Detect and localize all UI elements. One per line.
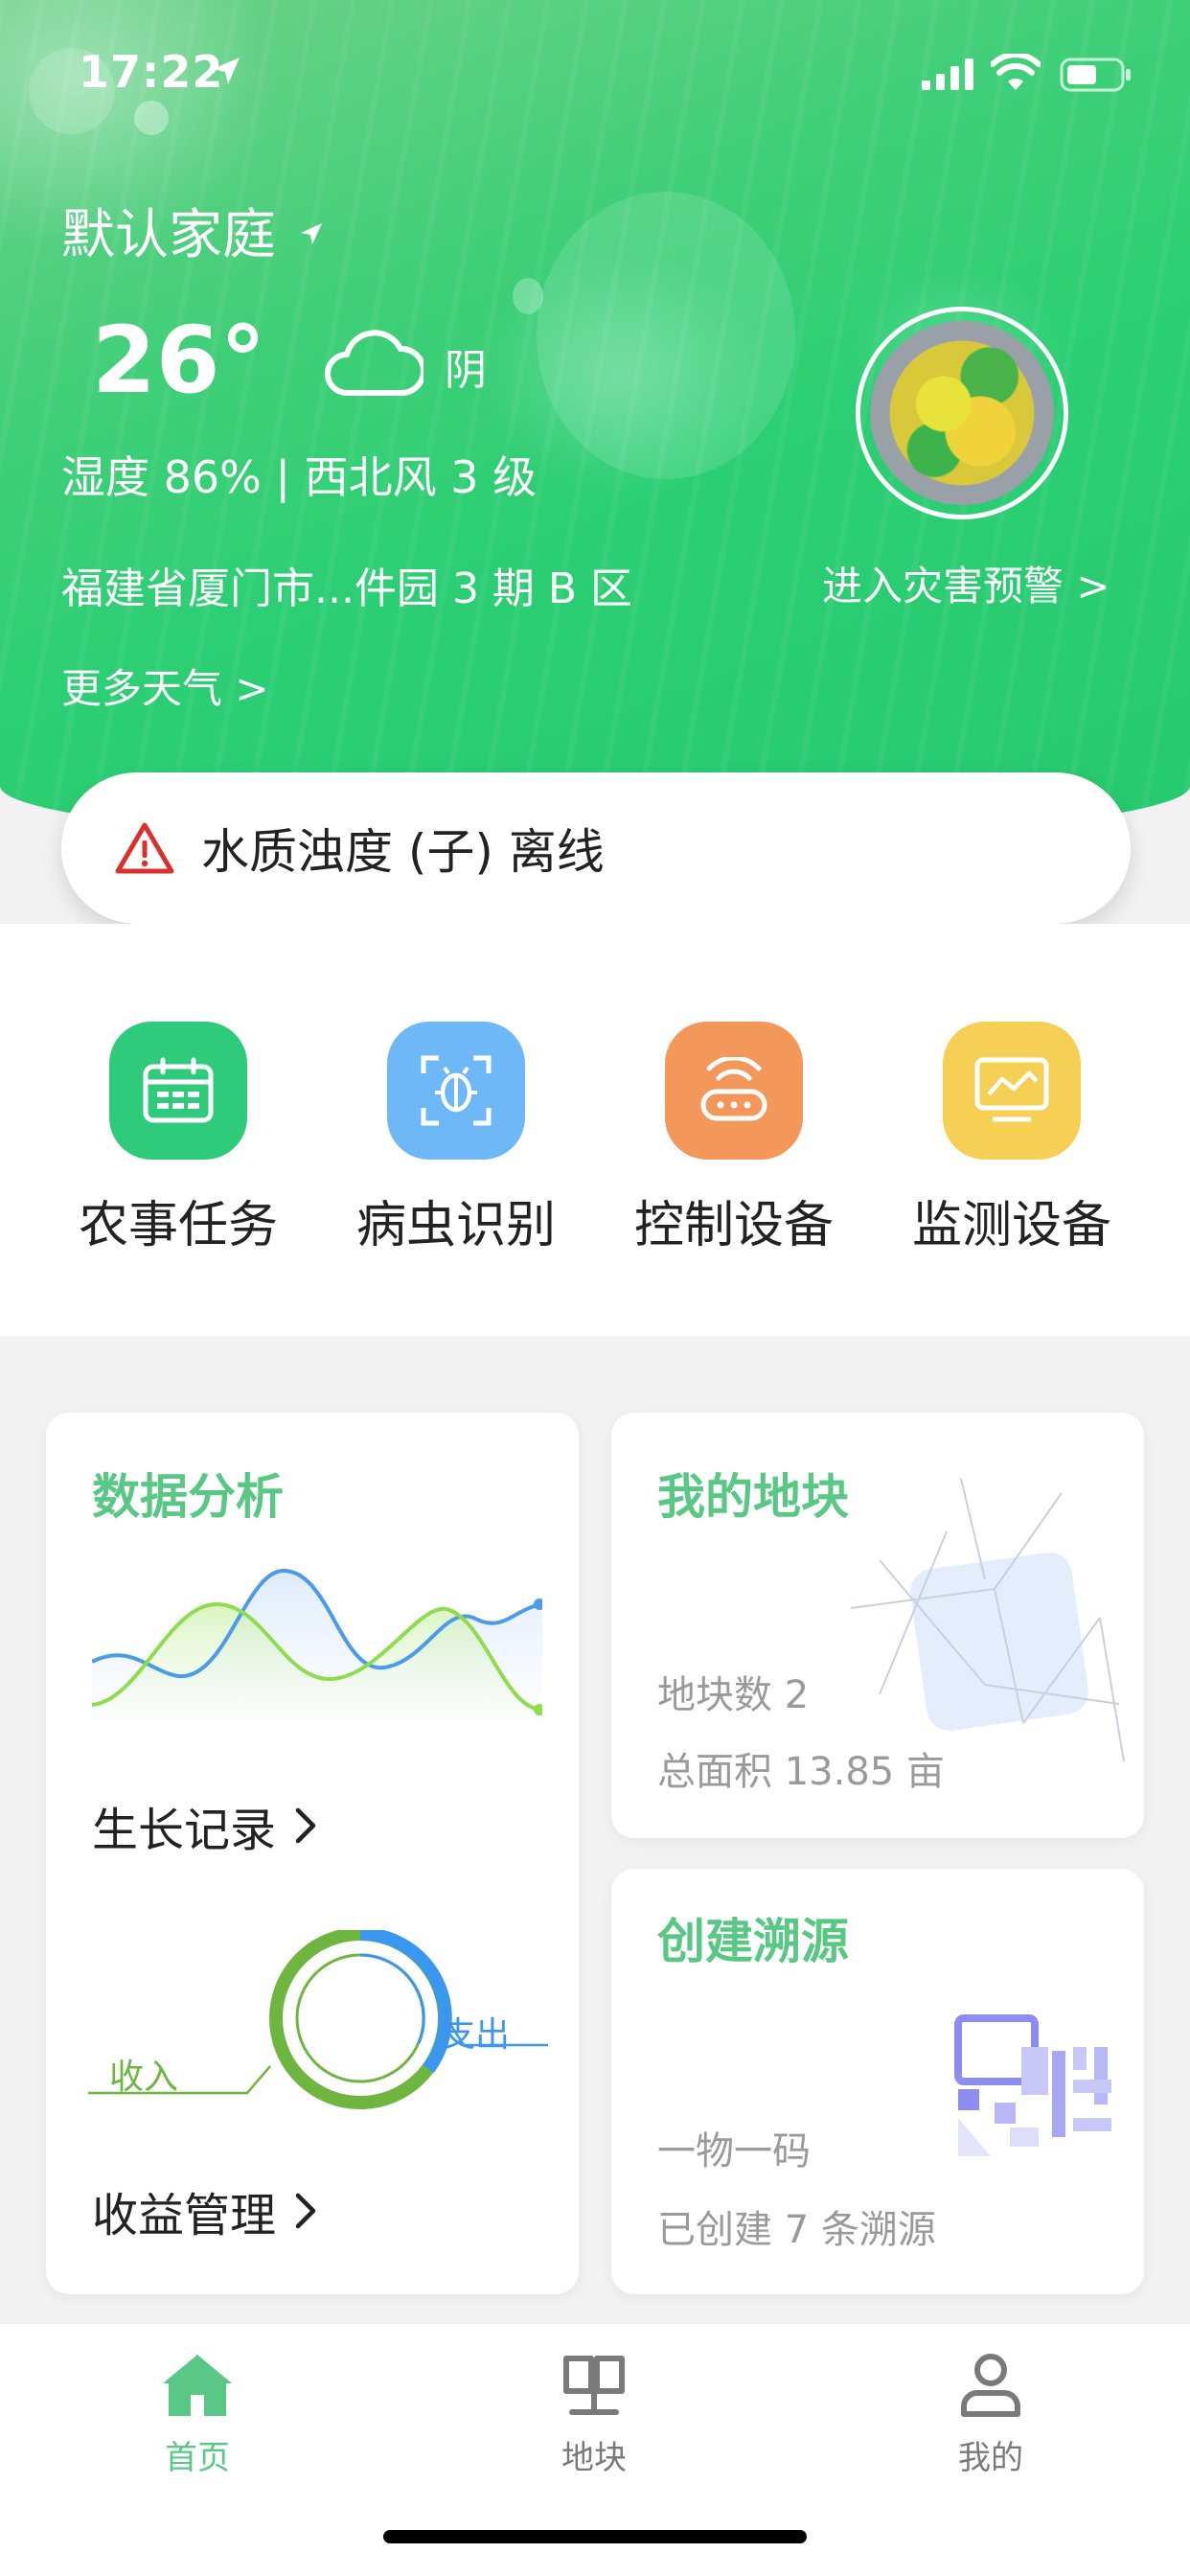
bug-scan-icon: [387, 1022, 525, 1160]
traceability-card[interactable]: 创建溯源 一物一码 已创建 7 条溯源: [611, 1869, 1144, 2294]
home-icon: [163, 2355, 232, 2416]
tab-label: 我的: [958, 2439, 1023, 2477]
radar-map-image: [870, 321, 1054, 505]
monitor-chart-icon: [943, 1022, 1081, 1160]
tab-label: 首页: [165, 2439, 230, 2477]
home-indicator: [383, 2530, 807, 2543]
status-time: 17:22: [79, 46, 224, 98]
alert-text: 水质浊度 (子) 离线: [201, 824, 605, 880]
action-monitor-devices[interactable]: 监测设备: [873, 1022, 1151, 1256]
weather-header: 17:22 默认家庭 26° 阴 湿度 86% | 西北风 3 级 福建省厦门市…: [0, 0, 1190, 843]
action-label: 农事任务: [78, 1197, 278, 1254]
wifi-icon: [991, 54, 1041, 90]
card-title: 我的地块: [657, 1469, 849, 1525]
tab-home[interactable]: 首页: [102, 2353, 293, 2478]
humidity-wind: 湿度 86% | 西北风 3 级: [61, 451, 538, 503]
revenue-management-label: 收益管理: [92, 2189, 277, 2242]
growth-chart-illustration: [92, 1568, 542, 1719]
location-arrow-icon: [301, 222, 322, 244]
income-label: 收入: [109, 2058, 179, 2097]
cloud-icon: [325, 330, 423, 396]
action-label: 病虫识别: [355, 1197, 556, 1254]
bokeh-decoration: [134, 101, 169, 135]
action-label: 控制设备: [633, 1197, 834, 1254]
data-analysis-card: 数据分析 生长记录 收入 支出 收益管理: [46, 1413, 579, 2294]
bokeh-decoration: [537, 192, 795, 479]
qr-code-icon: [954, 2014, 1111, 2156]
chevron-right-icon: [295, 1807, 316, 1844]
router-icon: [665, 1022, 803, 1160]
tab-profile[interactable]: 我的: [895, 2353, 1087, 2478]
growth-record-link[interactable]: 生长记录: [92, 1792, 316, 1859]
plot-area: 总面积 13.85 亩: [657, 1750, 945, 1794]
action-farm-tasks[interactable]: 农事任务: [39, 1022, 317, 1256]
quick-actions: 农事任务 病虫识别 控制设备 监测设备: [0, 924, 1190, 1336]
plot-map-illustration: [850, 1478, 1125, 1761]
user-icon: [961, 2354, 1020, 2417]
warning-icon: [115, 822, 174, 874]
location-arrow-icon: [213, 58, 240, 84]
disaster-radar-thumbnail[interactable]: [856, 307, 1068, 519]
card-title: 创建溯源: [657, 1914, 849, 1969]
calendar-icon: [109, 1022, 247, 1160]
chevron-right-icon: [295, 2193, 316, 2229]
address: 福建省厦门市...件园 3 期 B 区: [61, 564, 633, 613]
my-plots-card[interactable]: 我的地块 地块数 2 总面积 13.85 亩: [611, 1413, 1144, 1838]
action-label: 监测设备: [911, 1197, 1111, 1254]
expense-label: 支出: [441, 2015, 511, 2055]
signal-icon: [922, 58, 973, 90]
temperature: 26°: [92, 307, 266, 414]
disaster-warning-link[interactable]: 进入灾害预警 >: [822, 554, 1110, 612]
traceability-subtitle: 一物一码: [657, 2129, 811, 2174]
card-title: 数据分析: [92, 1469, 284, 1525]
tab-plots[interactable]: 地块: [498, 2353, 690, 2478]
tab-label: 地块: [561, 2439, 627, 2477]
family-name: 默认家庭: [61, 204, 276, 266]
action-control-devices[interactable]: 控制设备: [595, 1022, 873, 1256]
family-selector[interactable]: 默认家庭: [61, 192, 324, 269]
device-offline-alert[interactable]: 水质浊度 (子) 离线: [61, 772, 1131, 924]
revenue-management-link[interactable]: 收益管理: [92, 2177, 316, 2244]
traceability-count: 已创建 7 条溯源: [657, 2208, 936, 2252]
more-weather-link[interactable]: 更多天气 >: [61, 656, 269, 715]
action-pest-identify[interactable]: 病虫识别: [317, 1022, 595, 1256]
plot-icon: [563, 2356, 625, 2415]
growth-record-label: 生长记录: [92, 1804, 277, 1857]
status-bar: 17:22: [0, 46, 1190, 104]
plot-count: 地块数 2: [657, 1673, 810, 1717]
weather-condition: 阴: [445, 346, 487, 395]
battery-icon: [1060, 58, 1131, 92]
